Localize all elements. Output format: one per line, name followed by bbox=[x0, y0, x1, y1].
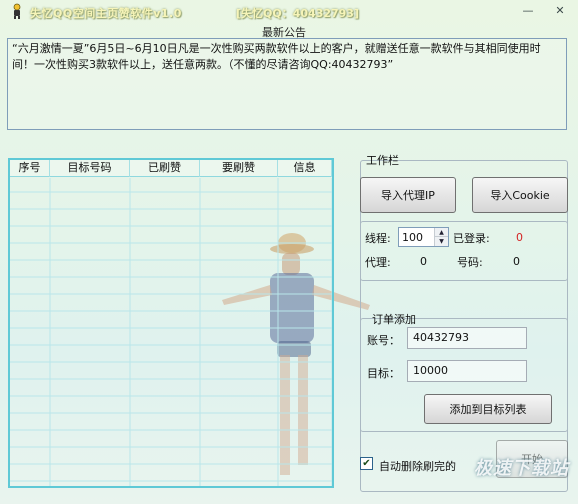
column-header-index[interactable]: 序号 bbox=[10, 160, 50, 177]
number-value: 0 bbox=[513, 255, 520, 268]
auto-delete-label[interactable]: 自动删除刷完的 bbox=[379, 458, 456, 474]
column-header-target-number[interactable]: 目标号码 bbox=[50, 160, 130, 177]
column-header-info[interactable]: 信息 bbox=[278, 160, 332, 177]
stepper-down-icon[interactable]: ▼ bbox=[435, 237, 448, 246]
threads-stepper-arrows: ▲ ▼ bbox=[434, 228, 448, 246]
window-title: 失忆QQ空间主页赞软件v1.0 bbox=[30, 7, 182, 20]
table-header: 序号 目标号码 已刷赞 要刷赞 信息 bbox=[10, 160, 332, 177]
column-header-liked[interactable]: 已刷赞 bbox=[130, 160, 200, 177]
proxy-value: 0 bbox=[420, 255, 427, 268]
person-icon bbox=[13, 3, 21, 19]
column-header-to-like[interactable]: 要刷赞 bbox=[200, 160, 278, 177]
window-title-qq: [失忆QQ：40432793] bbox=[236, 7, 359, 20]
number-label: 号码: bbox=[457, 256, 483, 269]
logged-in-value: 0 bbox=[516, 231, 523, 244]
add-to-target-list-button[interactable]: 添加到目标列表 bbox=[424, 394, 552, 424]
order-title: 订单添加 bbox=[372, 313, 416, 326]
watermark-logo: 极速下载站 bbox=[474, 458, 569, 479]
auto-delete-checkbox[interactable]: ✔ bbox=[360, 457, 373, 470]
stepper-up-icon[interactable]: ▲ bbox=[435, 228, 448, 237]
announcement-box[interactable]: “六月激情一夏”6月5日~6月10日凡是一次性购买两款软件以上的客户，就赠送任意… bbox=[7, 38, 567, 130]
account-label: 账号： bbox=[367, 334, 400, 347]
close-button[interactable]: ✕ bbox=[546, 2, 574, 19]
close-icon: ✕ bbox=[555, 4, 565, 17]
title-bar: 失忆QQ空间主页赞软件v1.0 [失忆QQ：40432793] — ✕ bbox=[0, 0, 578, 24]
threads-stepper[interactable]: 100 ▲ ▼ bbox=[398, 227, 449, 247]
target-list-table[interactable]: 序号 目标号码 已刷赞 要刷赞 信息 bbox=[8, 158, 334, 488]
table-grid-lines bbox=[10, 178, 332, 486]
target-field[interactable]: 10000 bbox=[407, 360, 527, 382]
proxy-label: 代理: bbox=[365, 256, 391, 269]
minimize-icon: — bbox=[522, 4, 534, 17]
threads-value[interactable]: 100 bbox=[402, 231, 423, 244]
checkmark-icon: ✔ bbox=[362, 457, 371, 469]
logged-in-label: 已登录: bbox=[453, 232, 490, 245]
import-cookie-button[interactable]: 导入Cookie bbox=[472, 177, 568, 213]
threads-label: 线程: bbox=[365, 232, 391, 245]
target-label: 目标： bbox=[367, 367, 400, 380]
toolbox-title: 工作栏 bbox=[366, 154, 399, 167]
minimize-button[interactable]: — bbox=[514, 2, 542, 19]
account-field[interactable]: 40432793 bbox=[407, 327, 527, 349]
import-proxy-button[interactable]: 导入代理IP bbox=[360, 177, 456, 213]
